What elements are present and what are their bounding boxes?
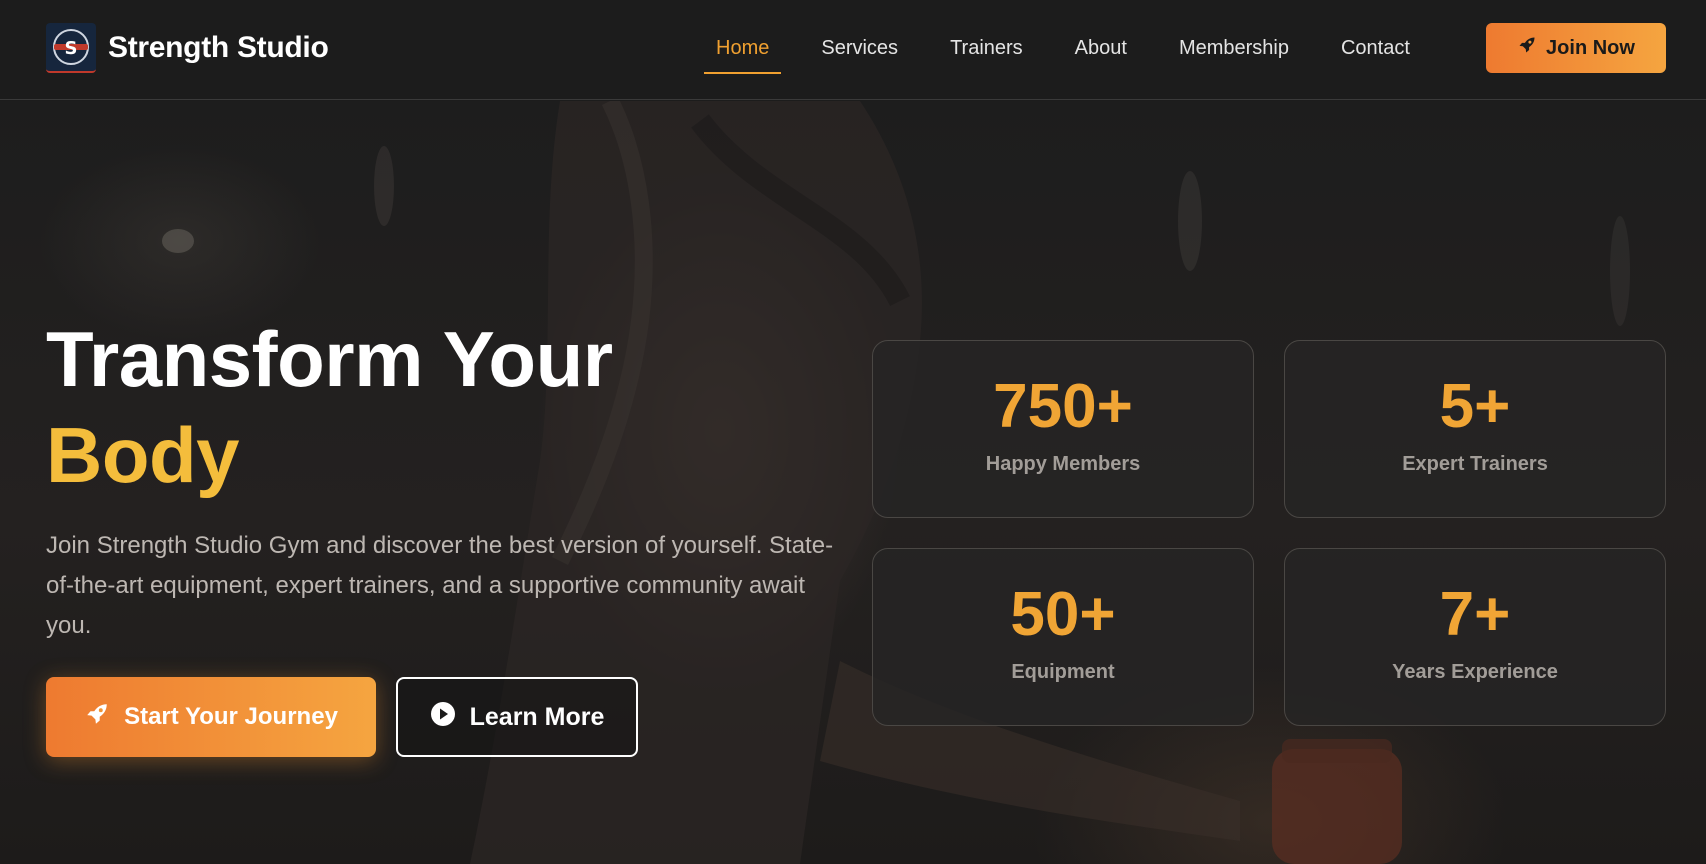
learn-more-label: Learn More <box>469 702 605 731</box>
stat-value: 5+ <box>1439 372 1511 441</box>
nav-item-trainers[interactable]: Trainers <box>938 24 1035 74</box>
svg-text:S: S <box>65 38 78 59</box>
brand-name: Strength Studio <box>108 31 329 64</box>
hero-title-highlight: Body <box>46 411 239 499</box>
dumbbell-shield-icon: S <box>46 23 96 73</box>
nav-item-contact[interactable]: Contact <box>1329 24 1422 74</box>
nav-item-services[interactable]: Services <box>809 24 910 74</box>
rocket-icon <box>1517 35 1537 61</box>
stat-card-members: 750+ Happy Members <box>872 340 1254 518</box>
rocket-icon <box>84 701 110 734</box>
hero-description: Join Strength Studio Gym and discover th… <box>46 532 834 639</box>
stat-card-trainers: 5+ Expert Trainers <box>1284 340 1666 518</box>
nav-item-home[interactable]: Home <box>704 24 782 74</box>
start-journey-label: Start Your Journey <box>124 703 338 730</box>
nav-item-about[interactable]: About <box>1063 24 1139 74</box>
stat-label: Happy Members <box>985 453 1141 475</box>
start-journey-button[interactable]: Start Your Journey <box>46 677 376 757</box>
stat-card-experience: 7+ Years Experience <box>1284 548 1666 726</box>
stat-label: Expert Trainers <box>1402 453 1548 475</box>
play-circle-icon <box>430 701 456 734</box>
brand[interactable]: S Strength Studio <box>46 23 329 73</box>
stat-value: 50+ <box>1010 580 1116 649</box>
stat-card-equipment: 50+ Equipment <box>872 548 1254 726</box>
nav-item-membership[interactable]: Membership <box>1167 24 1301 74</box>
stat-label: Years Experience <box>1392 661 1558 683</box>
main-nav: Home Services Trainers About Membership … <box>704 24 1450 74</box>
stat-value: 750+ <box>993 372 1133 441</box>
join-now-label: Join Now <box>1546 36 1635 59</box>
learn-more-button[interactable]: Learn More <box>396 677 638 757</box>
hero-title: Transform Your Body <box>46 311 613 503</box>
stat-label: Equipment <box>1011 661 1115 683</box>
hero-section: Transform Your Body Join Strength Studio… <box>0 101 1706 864</box>
navbar: S Strength Studio Home Services Trainers… <box>0 0 1706 100</box>
hero-title-line-1: Transform Your <box>46 315 613 403</box>
stat-value: 7+ <box>1439 580 1511 649</box>
join-now-button[interactable]: Join Now <box>1486 23 1666 73</box>
